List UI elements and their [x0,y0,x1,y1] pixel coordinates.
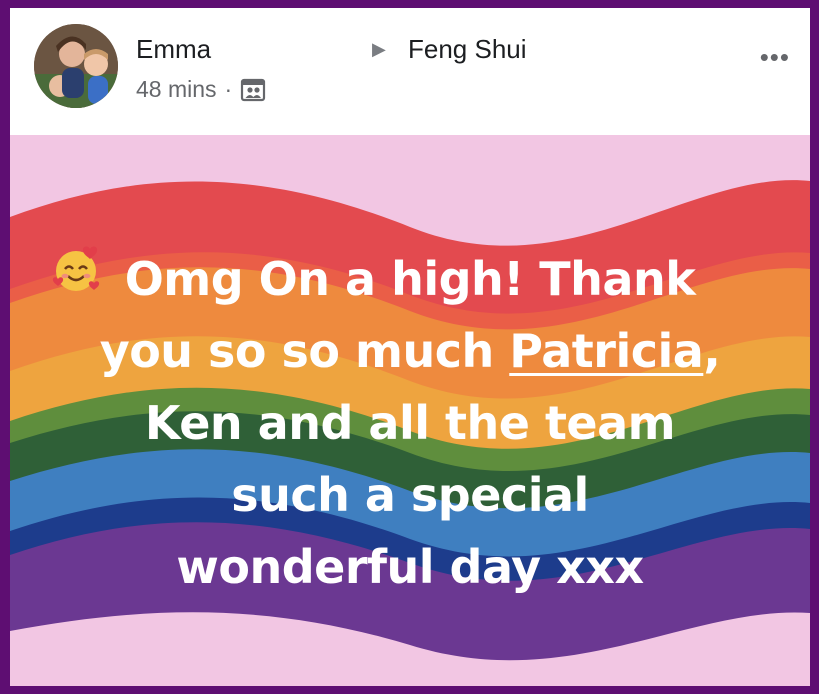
author-name[interactable]: Emma [136,34,211,65]
mention-link[interactable]: Patricia [509,324,704,378]
smiling-face-with-hearts-icon [52,246,100,291]
message-text: Ken and all the team [144,396,676,450]
meta-separator: · [224,76,233,102]
post-meta: 48 mins · [136,76,266,103]
message-text: you so so much [99,324,510,378]
message-line: wonderful day xxx [176,540,644,594]
message-line: such a special [231,468,589,522]
profile-photo [34,24,118,108]
group-audience-icon[interactable] [240,78,266,102]
post-message: Omg On a high! Thank you so so much Patr… [50,243,770,603]
message-text: , [703,324,721,378]
post-header: Emma ▶ Feng Shui 48 mins · ••• [10,8,810,135]
more-options-button[interactable]: ••• [760,44,790,70]
post-timestamp[interactable]: 48 mins [136,76,217,103]
post-card: Emma ▶ Feng Shui 48 mins · ••• Omg On a … [10,8,810,686]
group-name[interactable]: Feng Shui [408,34,527,65]
message-line: Ken and all the team [50,246,770,459]
shared-to-arrow-icon: ▶ [372,39,386,59]
post-background: Omg On a high! Thank you so so much Patr… [10,135,810,686]
message-line: you so so much Patricia, [50,315,770,387]
author-avatar[interactable] [34,24,118,108]
message-line: Omg On a high! Thank [124,252,696,306]
